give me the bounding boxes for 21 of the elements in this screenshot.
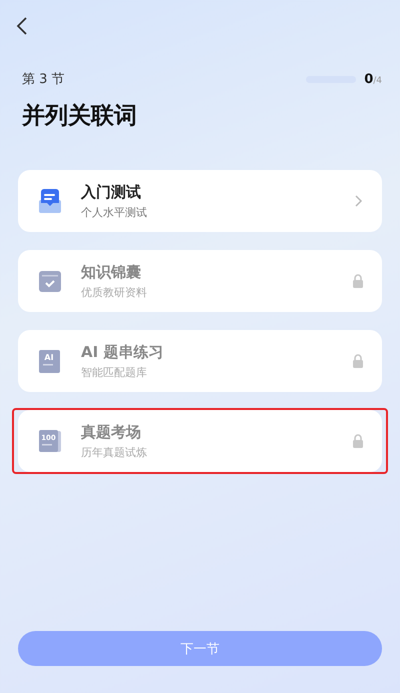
card-subtitle: 优质教研资料 [81,284,148,300]
card-subtitle: 智能匹配题库 [81,364,148,380]
progress-total: /4 [373,76,382,86]
checklist-box-icon [38,268,62,294]
lock-icon [352,434,364,448]
lesson-title: 并列关联词 [22,102,138,131]
section-label: 第 3 节 [22,71,65,88]
lesson-card[interactable]: AI AI 题串练习 智能匹配题库 [18,330,382,392]
progress-count: 0 [364,72,374,86]
card-subtitle: 个人水平测试 [81,204,148,220]
card-title: 真题考场 [81,422,142,442]
card-title: 知识锦囊 [81,262,142,282]
envelope-icon [38,188,62,214]
card-subtitle: 历年真题试炼 [81,444,148,460]
card-title: 入门测试 [81,182,142,202]
lesson-card[interactable]: 入门测试 个人水平测试 [18,170,382,232]
lesson-card[interactable]: 知识锦囊 优质教研资料 [18,250,382,312]
lock-icon [352,274,364,288]
card-title: AI 题串练习 [81,342,164,362]
ai-book-icon: AI [38,348,62,374]
lock-icon [352,354,364,368]
